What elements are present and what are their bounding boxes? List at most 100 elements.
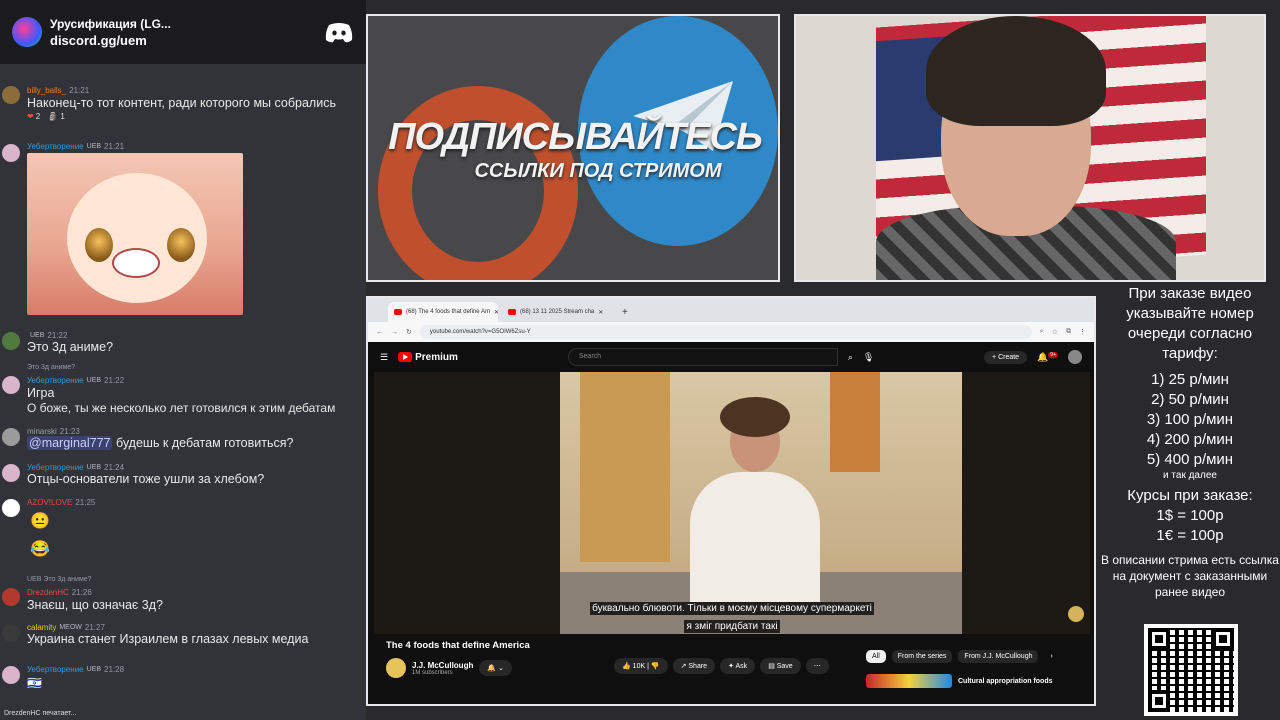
channel-avatar[interactable] xyxy=(386,658,406,678)
promo-subtitle: ССЫЛКИ ПОД СТРИМОМ xyxy=(474,160,722,182)
menu-icon[interactable]: ⋮ xyxy=(1079,328,1086,336)
back-icon[interactable]: ← xyxy=(376,329,383,336)
subtitles: буквально блювоти. Тільки в моєму місцев… xyxy=(524,598,940,634)
server-invite-link[interactable]: discord.gg/uem xyxy=(50,33,324,48)
create-button[interactable]: + Create xyxy=(984,350,1028,364)
time: 21:22 xyxy=(47,331,68,340)
rec-title: Cultural appropriation foods xyxy=(958,677,1053,685)
avatar xyxy=(2,499,20,517)
share-label: Share xyxy=(688,663,708,670)
username[interactable]: billy_balls_ xyxy=(27,86,66,95)
kitchen-shelves xyxy=(830,372,880,472)
like-button[interactable]: 👍 10K | 👎 xyxy=(614,658,668,674)
avatar[interactable] xyxy=(1068,350,1082,364)
time: 21:22 xyxy=(104,376,125,385)
message-meta: Уебертворение UEB 21:22 xyxy=(27,376,124,385)
channel-watermark[interactable] xyxy=(1068,606,1084,622)
share-button[interactable]: ↗ Share xyxy=(672,658,716,674)
message-meta: UEB 21:22 xyxy=(27,331,67,340)
message-meta: Уебертворение UEB 21:28 xyxy=(27,665,124,674)
username[interactable]: Уебертворение xyxy=(27,142,84,151)
role-badge: UEB xyxy=(86,464,102,471)
message-meta: calamity MEOW 21:27 xyxy=(27,623,105,632)
save-button[interactable]: ▤ Save xyxy=(760,658,801,674)
bell-icon[interactable]: 🔔 9+ xyxy=(1037,351,1058,363)
qr-finder xyxy=(1148,690,1170,712)
new-tab-icon[interactable]: + xyxy=(616,307,634,322)
message-text: Это 3д аниме? xyxy=(27,340,114,354)
chip-from-channel[interactable]: From J.J. McCullough xyxy=(958,650,1039,663)
browser-window: (68) The 4 foods that define Am ✕ (68) 1… xyxy=(366,296,1096,706)
time: 21:26 xyxy=(71,588,92,597)
message-meta: Уебертворение UEB 21:24 xyxy=(27,463,124,472)
username[interactable]: calamity xyxy=(27,623,56,632)
anime-image-attachment[interactable] xyxy=(27,153,243,315)
description-note: В описании стрима есть ссылка на докумен… xyxy=(1101,553,1279,599)
username[interactable]: minarski xyxy=(27,427,57,436)
role-badge: UEB xyxy=(86,377,102,384)
brand-label: Premium xyxy=(415,351,458,363)
server-titles: Урусификация (LG... discord.gg/uem xyxy=(50,17,324,48)
username[interactable]: AZOV!LOVE xyxy=(27,498,72,507)
zoom-icon[interactable]: ⌕ xyxy=(1040,328,1044,336)
israel-flag-emoji: 🇮🇱 xyxy=(27,676,42,690)
rate-item: 2) 50 р/мин xyxy=(1151,391,1229,408)
subtitle-line: буквально блювоти. Тільки в моєму місцев… xyxy=(590,602,874,615)
reply-preview[interactable]: UEB Это 3д аниме? xyxy=(27,576,92,583)
avatar xyxy=(2,332,20,350)
star-icon[interactable]: ☆ xyxy=(1052,328,1058,336)
reply-badge: UEB xyxy=(27,576,42,583)
avatar xyxy=(2,464,20,482)
rate-etc: и так далее xyxy=(1163,470,1217,481)
chip-from-series[interactable]: From the series xyxy=(891,650,953,663)
rate-list: 1) 25 р/мин 2) 50 р/мин 3) 100 р/мин 4) … xyxy=(1100,370,1280,470)
message-meta: AZOV!LOVE 21:25 xyxy=(27,498,95,507)
message-text: Украина станет Израилем в глазах левых м… xyxy=(27,632,309,646)
username[interactable]: Уебертворение xyxy=(27,665,84,674)
tab-label: (68) 13 11 2025 Stream cha xyxy=(520,309,595,315)
username[interactable]: DrezdenHC xyxy=(27,588,69,597)
forward-icon[interactable]: → xyxy=(391,329,398,336)
avatar xyxy=(2,588,20,606)
youtube-header: ☰ Premium Search ⌕ 🎙 + Create 🔔 9+ xyxy=(368,342,1094,372)
reactions: ❤ 2 🗿 1 xyxy=(27,112,71,121)
anime-eye xyxy=(167,228,195,262)
usd-rate: 1$ = 100р xyxy=(1156,507,1224,524)
qr-finder xyxy=(1212,628,1234,650)
message-meta: DrezdenHC 21:26 xyxy=(27,588,92,597)
rate-item: 5) 400 р/мин xyxy=(1146,451,1234,468)
recommended-video[interactable]: Cultural appropriation foods xyxy=(866,674,1053,688)
time: 21:23 xyxy=(59,427,80,436)
user-mention[interactable]: @marginal777 xyxy=(27,436,113,450)
url-input[interactable]: youtube.com/watch?v=G5OIW6Zsu-Y xyxy=(419,325,1032,339)
reload-icon[interactable]: ↻ xyxy=(406,328,412,336)
channel-name[interactable]: J.J. McCullough xyxy=(412,661,473,670)
search-icon[interactable]: ⌕ xyxy=(848,352,853,363)
mic-icon[interactable]: 🎙 xyxy=(863,352,874,363)
tab-stream-chat[interactable]: (68) 13 11 2025 Stream cha ✕ xyxy=(502,302,612,322)
subscribed-bell-button[interactable]: 🔔 ⌄ xyxy=(479,660,512,676)
video-player[interactable]: буквально блювоти. Тільки в моєму місцев… xyxy=(374,372,1090,634)
reply-preview[interactable]: Это 3д аниме? xyxy=(27,364,75,371)
avatar xyxy=(2,666,20,684)
server-icon xyxy=(12,17,42,47)
reaction[interactable]: 🗿 1 xyxy=(48,112,64,121)
tab-youtube-video[interactable]: (68) The 4 foods that define Am ✕ xyxy=(388,302,498,322)
reaction[interactable]: ❤ 2 xyxy=(27,112,40,121)
username[interactable]: Уебертворение xyxy=(27,463,84,472)
reply-text: Это 3д аниме? xyxy=(43,576,92,583)
typing-indicator: DrezdenHC печатает... xyxy=(4,710,77,717)
youtube-premium-logo[interactable]: Premium xyxy=(398,352,458,363)
ask-button[interactable]: ✦ Ask xyxy=(720,658,756,674)
chevron-right-icon[interactable]: › xyxy=(1044,650,1058,663)
close-icon[interactable]: ✕ xyxy=(598,309,603,316)
rec-thumbnail xyxy=(866,674,952,688)
reaction-count: 1 xyxy=(60,112,65,121)
username[interactable]: Уебертворение xyxy=(27,376,84,385)
close-icon[interactable]: ✕ xyxy=(494,309,498,316)
chip-all[interactable]: All xyxy=(866,650,886,663)
search-input[interactable]: Search xyxy=(567,348,838,366)
extensions-icon[interactable]: ⧉ xyxy=(1066,328,1071,336)
hamburger-icon[interactable]: ☰ xyxy=(380,352,388,363)
more-icon[interactable]: ⋯ xyxy=(805,658,829,674)
